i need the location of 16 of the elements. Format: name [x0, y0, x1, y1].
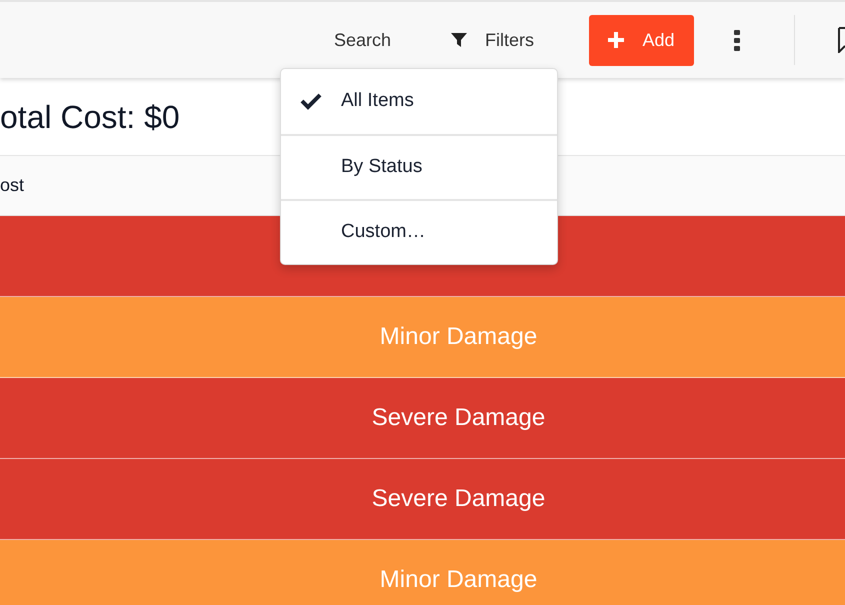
total-cost: otal Cost: $0 — [0, 98, 180, 136]
status-text: Severe Damage — [372, 484, 546, 514]
menu-item[interactable]: All Items — [281, 69, 557, 134]
plus-icon — [608, 32, 624, 48]
menu-item[interactable]: By Status — [281, 134, 557, 199]
more-icon[interactable] — [734, 30, 740, 50]
bookmark-icon[interactable] — [838, 27, 845, 53]
search-button[interactable]: Search — [334, 26, 391, 54]
status-text: Minor Damage — [380, 322, 538, 352]
filter-icon — [451, 32, 467, 48]
column-header: ost — [0, 174, 24, 197]
menu-item[interactable]: Custom… — [281, 199, 557, 264]
check-icon — [300, 93, 322, 110]
status-text: Minor Damage — [380, 565, 538, 595]
filters-button[interactable]: Filters — [451, 26, 534, 54]
status-text: Severe Damage — [372, 403, 546, 433]
